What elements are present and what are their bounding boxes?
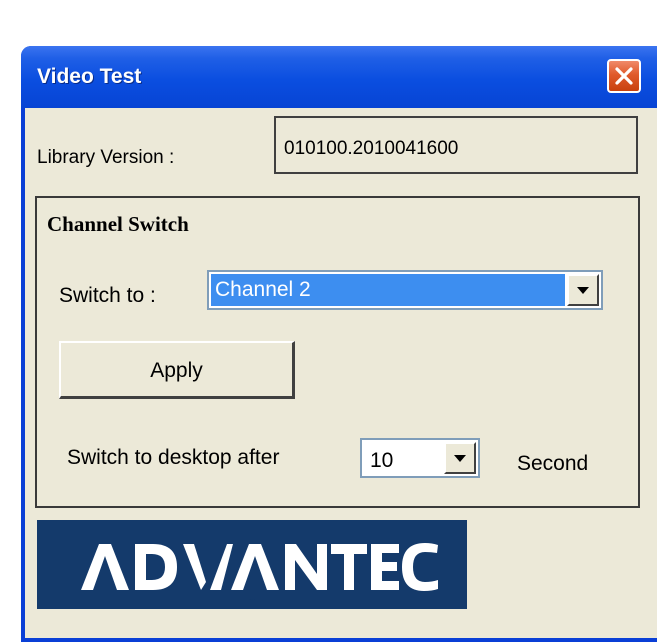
advantech-logo: ADVANTECH: [37, 520, 467, 609]
library-version-field: 010100.2010041600: [274, 116, 638, 174]
dialog-body: Library Version : 010100.2010041600 Chan…: [25, 108, 657, 638]
seconds-dropdown[interactable]: 10: [360, 438, 480, 478]
library-version-label: Library Version :: [37, 147, 175, 168]
channel-switch-group: Channel Switch Switch to : Channel 2 App…: [35, 196, 640, 508]
logo-text: ADVANTECH: [249, 598, 255, 601]
seconds-dropdown-button[interactable]: [444, 442, 476, 474]
close-button[interactable]: [607, 59, 641, 93]
title-bar[interactable]: Video Test: [21, 46, 657, 108]
group-title: Channel Switch: [47, 212, 189, 236]
apply-button[interactable]: Apply: [59, 341, 295, 399]
channel-selected-value: Channel 2: [215, 278, 311, 301]
apply-button-label: Apply: [150, 359, 203, 382]
close-icon: [615, 67, 633, 85]
switch-to-desktop-label: Switch to desktop after: [67, 446, 280, 469]
channel-selection-highlight: Channel 2: [211, 274, 565, 306]
channel-dropdown-button[interactable]: [567, 274, 599, 306]
switch-to-label: Switch to :: [59, 284, 156, 307]
advantech-logo-mark: ADVANTECH: [81, 543, 438, 601]
window-title: Video Test: [37, 65, 142, 88]
channel-dropdown[interactable]: Channel 2: [207, 270, 603, 310]
chevron-down-icon: [454, 455, 466, 462]
video-test-window: Video Test Library Version : 010100.2010…: [21, 46, 657, 642]
chevron-down-icon: [577, 287, 589, 294]
seconds-selected-value: 10: [370, 449, 394, 472]
library-version-value: 010100.2010041600: [284, 138, 459, 159]
second-unit-label: Second: [517, 452, 589, 475]
